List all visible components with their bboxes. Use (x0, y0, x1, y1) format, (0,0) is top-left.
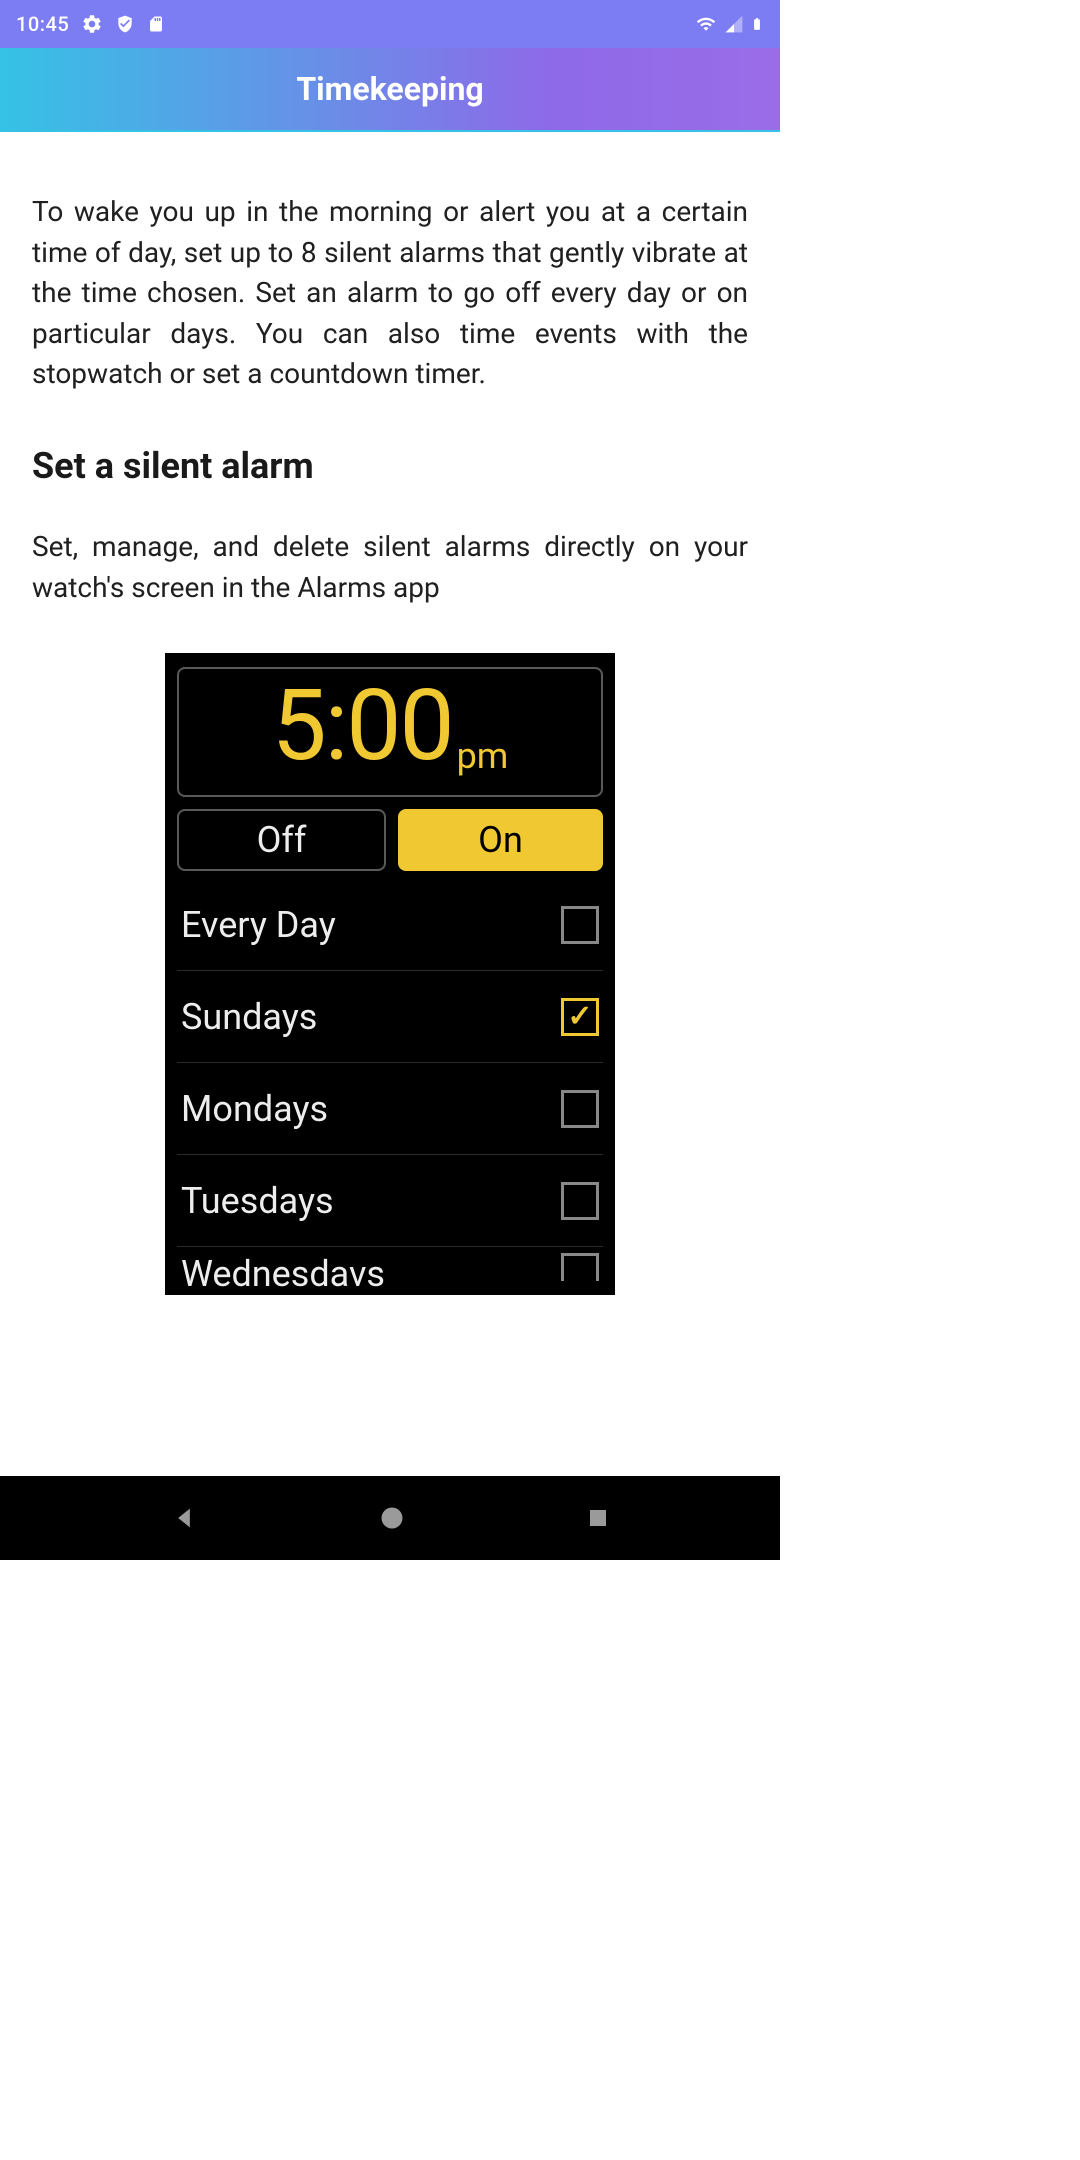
status-bar: 10:45 (0, 0, 780, 48)
battery-icon (750, 13, 764, 35)
alarm-time-value: 5:00 (272, 677, 453, 775)
intro-paragraph: To wake you up in the morning or alert y… (32, 192, 748, 395)
navigation-bar (0, 1476, 780, 1560)
content-area[interactable]: To wake you up in the morning or alert y… (0, 132, 780, 1295)
status-right (694, 13, 764, 35)
shield-icon (115, 14, 135, 34)
alarm-toggle-row: Off On (177, 809, 603, 871)
day-label: Wednesdavs (181, 1253, 385, 1295)
recent-apps-button[interactable] (586, 1506, 610, 1530)
section-paragraph: Set, manage, and delete silent alarms di… (32, 527, 748, 608)
checkbox-unchecked-icon (561, 1253, 599, 1281)
day-label: Sundays (181, 996, 317, 1038)
gear-icon (81, 13, 103, 35)
alarm-on-button: On (398, 809, 603, 871)
day-row-wednesdays: Wednesdavs (177, 1247, 603, 1295)
checkbox-checked-icon: ✓ (561, 998, 599, 1036)
checkbox-unchecked-icon (561, 1182, 599, 1220)
day-row-mondays: Mondays (177, 1063, 603, 1155)
signal-icon (724, 14, 744, 34)
day-label: Every Day (181, 904, 336, 946)
checkbox-unchecked-icon (561, 1090, 599, 1128)
day-row-sundays: Sundays ✓ (177, 971, 603, 1063)
alarm-time-ampm: pm (457, 735, 509, 795)
wifi-icon (694, 14, 718, 34)
sd-card-icon (147, 14, 165, 34)
alarm-time-display: 5:00 pm (177, 667, 603, 797)
status-left: 10:45 (16, 12, 165, 36)
app-header: Timekeeping (0, 48, 780, 132)
section-heading: Set a silent alarm (32, 445, 748, 487)
day-row-everyday: Every Day (177, 879, 603, 971)
page-title: Timekeeping (296, 70, 483, 108)
day-label: Tuesdays (181, 1180, 334, 1222)
home-button[interactable] (378, 1504, 406, 1532)
watch-screenshot: 5:00 pm Off On Every Day Sundays ✓ Monda… (165, 653, 615, 1295)
alarm-off-button: Off (177, 809, 386, 871)
checkbox-unchecked-icon (561, 906, 599, 944)
back-button[interactable] (170, 1504, 198, 1532)
status-time: 10:45 (16, 12, 69, 36)
day-label: Mondays (181, 1088, 328, 1130)
day-row-tuesdays: Tuesdays (177, 1155, 603, 1247)
